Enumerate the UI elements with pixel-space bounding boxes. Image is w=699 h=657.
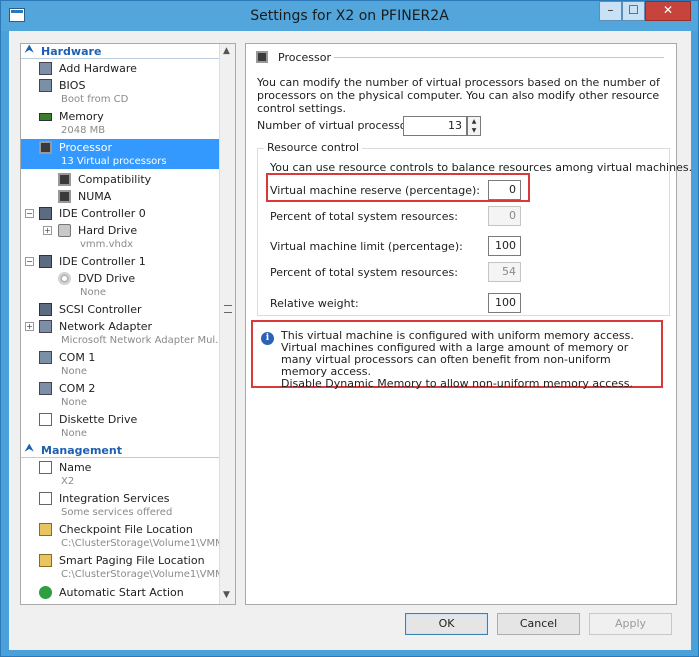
processor-icon [256,51,268,63]
com-port-icon [39,351,52,364]
integration-services-icon [39,492,52,505]
collapse-toggle-icon[interactable]: − [25,257,34,266]
tree-item-scsi-controller[interactable]: SCSI Controller [21,301,219,318]
num-processors-spinner[interactable]: ▲ ▼ [467,116,481,136]
limit-input[interactable]: 100 [488,236,521,256]
tree-item-diskette-drive[interactable]: Diskette Drive None [21,411,219,441]
add-hardware-icon [39,62,52,75]
expand-toggle-icon[interactable]: + [43,226,52,235]
resource-control-title: Resource control [264,141,363,154]
tree-item-hard-drive[interactable]: + Hard Drive vmm.vhdx [21,222,219,252]
reserve-percent-value: 0 [488,206,521,226]
smart-paging-icon [39,554,52,567]
diskette-drive-icon [39,413,52,426]
limit-label: Virtual machine limit (percentage): [270,240,463,253]
collapse-toggle-icon[interactable]: − [25,209,34,218]
processor-icon [39,141,52,154]
tree-item-network-adapter[interactable]: + Network Adapter Microsoft Network Adap… [21,318,225,348]
collapse-chevron-icon: ⮝ [25,443,34,454]
tree-item-ide-controller-0[interactable]: − IDE Controller 0 [21,205,219,222]
reserve-highlight [266,173,530,202]
dialog-client-area: ⮝ Hardware Add Hardware BIOS Boot from C… [9,31,692,650]
scroll-up-icon[interactable]: ▲ [223,46,230,56]
info-icon: i [261,332,274,345]
hard-drive-icon [58,224,71,237]
network-adapter-icon [39,320,52,333]
tree-item-name[interactable]: Name X2 [21,459,219,489]
tree-item-compatibility[interactable]: Compatibility [21,171,219,188]
relative-weight-label: Relative weight: [270,297,359,310]
tree-item-bios[interactable]: BIOS Boot from CD [21,77,219,107]
tree-item-ide-controller-1[interactable]: − IDE Controller 1 [21,253,219,270]
ide-controller-icon [39,255,52,268]
collapse-chevron-icon: ⮝ [25,44,34,55]
tree-item-numa[interactable]: NUMA [21,188,219,205]
processor-settings-pane: Processor You can modify the number of v… [245,43,692,605]
management-section-header[interactable]: ⮝ Management [21,443,219,458]
scsi-controller-icon [39,303,52,316]
ide-controller-icon [39,207,52,220]
bios-icon [39,79,52,92]
tree-item-checkpoint-file-location[interactable]: Checkpoint File Location C:\ClusterStora… [21,521,224,551]
tree-item-com-2[interactable]: COM 2 None [21,380,219,410]
automatic-start-icon [39,586,52,599]
apply-button[interactable]: Apply [589,613,672,635]
window-title: Settings for X2 on PFINER2A [250,8,449,24]
minimize-button[interactable]: – [599,1,622,21]
tree-item-memory[interactable]: Memory 2048 MB [21,108,219,138]
tree-item-integration-services[interactable]: Integration Services Some services offer… [21,490,219,520]
numa-info-text: This virtual machine is configured with … [281,329,634,390]
limit-percent-value: 54 [488,262,521,282]
tree-item-com-1[interactable]: COM 1 None [21,349,219,379]
numa-info-callout: i This virtual machine is configured wit… [251,320,663,390]
numa-icon [58,190,71,203]
limit-percent-label: Percent of total system resources: [270,266,458,279]
name-icon [39,461,52,474]
processor-description: You can modify the number of virtual pro… [257,76,660,115]
maximize-button[interactable]: ☐ [622,1,645,21]
close-button[interactable]: ✕ [645,1,691,21]
num-processors-label: Number of virtual processors: [257,119,421,132]
tree-item-dvd-drive[interactable]: DVD Drive None [21,270,219,300]
scroll-grip-icon[interactable] [224,305,232,313]
checkpoint-icon [39,523,52,536]
scroll-down-icon[interactable]: ▼ [223,590,230,600]
compatibility-icon [58,173,71,186]
num-processors-input[interactable]: 13 [403,116,467,136]
tree-scrollbar[interactable]: ▲ ▼ [219,44,235,604]
cancel-button[interactable]: Cancel [497,613,580,635]
hardware-section-header[interactable]: ⮝ Hardware [21,44,219,59]
dvd-drive-icon [58,272,71,285]
reserve-percent-label: Percent of total system resources: [270,210,458,223]
ok-button[interactable]: OK [405,613,488,635]
settings-tree: ⮝ Hardware Add Hardware BIOS Boot from C… [20,43,236,605]
relative-weight-input[interactable]: 100 [488,293,521,313]
settings-window: Settings for X2 on PFINER2A – ☐ ✕ ⮝ Hard… [0,0,699,657]
tree-item-smart-paging-file-location[interactable]: Smart Paging File Location C:\ClusterSto… [21,552,224,582]
title-bar: Settings for X2 on PFINER2A – ☐ ✕ [1,1,698,31]
com-port-icon [39,382,52,395]
expand-toggle-icon[interactable]: + [25,322,34,331]
tree-item-automatic-start-action[interactable]: Automatic Start Action [21,584,219,604]
tree-item-processor[interactable]: Processor 13 Virtual processors [21,139,219,169]
memory-icon [39,113,52,121]
